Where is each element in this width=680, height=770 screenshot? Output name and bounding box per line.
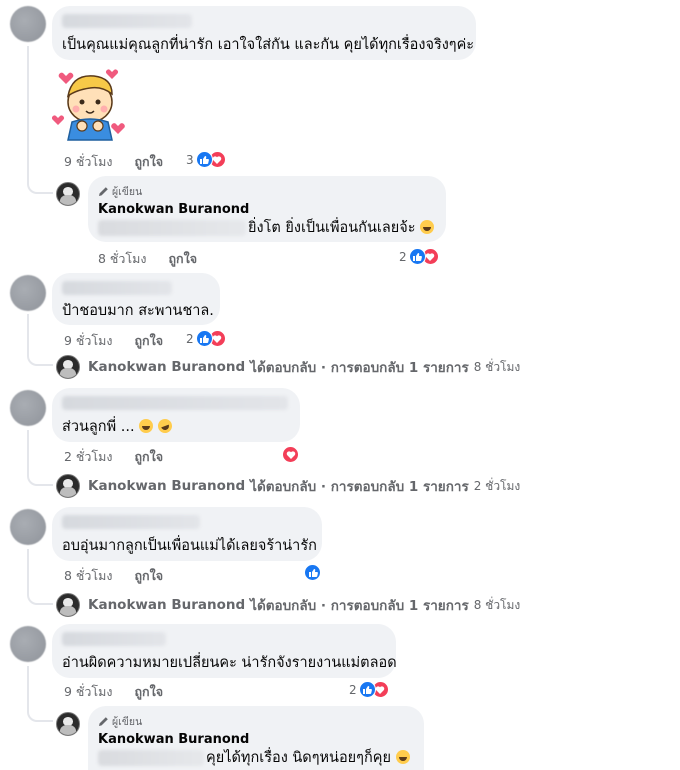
author-avatar: [56, 474, 80, 498]
commenter-avatar[interactable]: [10, 509, 46, 545]
view-replies-link[interactable]: Kanokwan Buranond ได้ตอบกลับ · การตอบกลั…: [56, 593, 520, 617]
reply-text: ยิ่งโต ยิ่งเป็นเพื่อนกันเลยจ้ะ: [248, 219, 435, 237]
like-link[interactable]: ถูกใจ: [168, 251, 197, 266]
replier-name: Kanokwan Buranond: [88, 359, 246, 375]
love-icon: [282, 446, 299, 463]
author-avatar[interactable]: [56, 712, 80, 736]
commenter-avatar[interactable]: [10, 275, 46, 311]
reaction-count: 2: [349, 682, 357, 697]
comment-text: ส่วนลูกพี่ ...: [62, 417, 174, 436]
reaction-summary[interactable]: [282, 446, 299, 463]
reply-count-label: ได้ตอบกลับ · การตอบกลับ 1 รายการ: [250, 479, 469, 495]
reply-meta: 8 ชั่วโมง ถูกใจ: [98, 249, 197, 269]
comment-meta: 9 ชั่วโมง ถูกใจ: [64, 331, 163, 351]
like-link[interactable]: ถูกใจ: [134, 684, 163, 699]
comment-bubble: เป็นคุณแม่คุณลูกที่น่ารัก เอาใจใส่กัน แล…: [52, 6, 476, 60]
commenter-name-redacted[interactable]: [62, 281, 172, 295]
comment-text: อบอุ่นมากลูกเป็นเพื่อนแม่ได้เลยจร้าน่ารั…: [62, 538, 317, 554]
reaction-summary[interactable]: 2: [349, 681, 389, 698]
commenter-avatar[interactable]: [10, 626, 46, 662]
commenter-name-redacted[interactable]: [62, 396, 288, 410]
comment-time[interactable]: 2 ชั่วโมง: [64, 449, 113, 464]
comment-time[interactable]: 9 ชั่วโมง: [64, 684, 113, 699]
author-badge-label: ผู้เขียน: [112, 186, 143, 198]
author-badge: ผู้เขียน: [98, 183, 142, 200]
like-icon: [408, 248, 426, 265]
reaction-summary[interactable]: 2: [399, 248, 439, 265]
like-link[interactable]: ถูกใจ: [134, 449, 163, 464]
reply-time[interactable]: 8 ชั่วโมง: [98, 251, 147, 266]
rofl-emoji-icon: [155, 417, 174, 435]
comment-time[interactable]: 9 ชั่วโมง: [64, 154, 113, 169]
commenter-name-redacted[interactable]: [62, 14, 192, 28]
author-avatar: [56, 593, 80, 617]
replier-name: Kanokwan Buranond: [88, 478, 246, 494]
commenter-name-redacted[interactable]: [62, 632, 166, 646]
author-reply-bubble: ผู้เขียน Kanokwan Buranond คุยได้ทุกเรื่…: [88, 706, 424, 770]
comment-time[interactable]: 9 ชั่วโมง: [64, 333, 113, 348]
like-icon: [195, 330, 213, 347]
comment-text-content: ส่วนลูกพี่ ...: [62, 419, 135, 435]
view-replies-link[interactable]: Kanokwan Buranond ได้ตอบกลับ · การตอบกลั…: [56, 355, 520, 379]
thread-connector: [27, 314, 53, 366]
reaction-count: 2: [186, 331, 194, 346]
mention-redacted[interactable]: [98, 750, 204, 766]
author-reply-bubble: ผู้เขียน Kanokwan Buranond ยิ่งโต ยิ่งเป…: [88, 176, 446, 242]
reaction-count: 2: [399, 249, 407, 264]
comment-text: เป็นคุณแม่คุณลูกที่น่ารัก เอาใจใส่กัน แล…: [62, 37, 475, 53]
reply-text: คุยได้ทุกเรื่อง นิดๆหน่อยๆก็คุย: [206, 749, 410, 767]
comment-meta: 8 ชั่วโมง ถูกใจ: [64, 566, 163, 586]
grinning-emoji-icon: [420, 220, 435, 234]
like-icon: [195, 151, 213, 168]
reply-count-label: ได้ตอบกลับ · การตอบกลับ 1 รายการ: [250, 360, 469, 376]
reply-time: 8 ชั่วโมง: [473, 597, 521, 612]
thread-connector: [27, 666, 53, 722]
comment-meta: 9 ชั่วโมง ถูกใจ: [64, 682, 163, 702]
author-badge: ผู้เขียน: [98, 713, 142, 730]
reply-text-content: ยิ่งโต ยิ่งเป็นเพื่อนกันเลยจ้ะ: [248, 220, 416, 236]
commenter-avatar[interactable]: [10, 390, 46, 426]
comment-bubble: ส่วนลูกพี่ ...: [52, 388, 300, 442]
author-name[interactable]: Kanokwan Buranond: [98, 202, 249, 217]
reaction-summary[interactable]: 3: [186, 151, 226, 168]
comment-time[interactable]: 8 ชั่วโมง: [64, 568, 113, 583]
sticker-image: [52, 66, 130, 144]
comment-bubble: ป้าชอบมาก สะพานชาล.: [52, 273, 220, 325]
reply-text-content: คุยได้ทุกเรื่อง นิดๆหน่อยๆก็คุย: [206, 750, 391, 766]
comment-meta: 9 ชั่วโมง ถูกใจ: [64, 152, 163, 172]
reply-time: 2 ชั่วโมง: [473, 478, 521, 493]
reaction-summary[interactable]: [304, 564, 321, 581]
reply-count-label: ได้ตอบกลับ · การตอบกลับ 1 รายการ: [250, 598, 469, 614]
comment-text: ป้าชอบมาก สะพานชาล.: [62, 303, 214, 319]
comment-text: อ่านผิดความหมายเปลี่ยนคะ น่ารักจังรายงาน…: [62, 655, 397, 671]
comment-bubble: อบอุ่นมากลูกเป็นเพื่อนแม่ได้เลยจร้าน่ารั…: [52, 507, 322, 561]
like-link[interactable]: ถูกใจ: [134, 568, 163, 583]
like-icon: [358, 681, 376, 698]
comment-bubble: อ่านผิดความหมายเปลี่ยนคะ น่ารักจังรายงาน…: [52, 624, 397, 678]
commenter-name-redacted[interactable]: [62, 515, 200, 529]
view-replies-link[interactable]: Kanokwan Buranond ได้ตอบกลับ · การตอบกลั…: [56, 474, 520, 498]
grinning-emoji-icon: [139, 419, 154, 433]
grinning-emoji-icon: [395, 750, 410, 764]
comment-meta: 2 ชั่วโมง ถูกใจ: [64, 447, 163, 467]
replier-name: Kanokwan Buranond: [88, 597, 246, 613]
author-badge-label: ผู้เขียน: [112, 716, 143, 728]
mention-redacted[interactable]: [98, 220, 246, 236]
like-icon: [304, 564, 321, 581]
author-avatar[interactable]: [56, 182, 80, 206]
commenter-avatar[interactable]: [10, 6, 46, 42]
pencil-icon: [99, 187, 108, 196]
thread-connector: [27, 430, 53, 486]
thread-connector: [27, 46, 53, 194]
thread-connector: [27, 549, 53, 605]
reaction-count: 3: [186, 152, 194, 167]
like-link[interactable]: ถูกใจ: [134, 154, 163, 169]
author-name[interactable]: Kanokwan Buranond: [98, 732, 249, 747]
pencil-icon: [99, 717, 108, 726]
reply-time: 8 ชั่วโมง: [473, 359, 521, 374]
author-avatar: [56, 355, 80, 379]
reaction-summary[interactable]: 2: [186, 330, 226, 347]
like-link[interactable]: ถูกใจ: [134, 333, 163, 348]
